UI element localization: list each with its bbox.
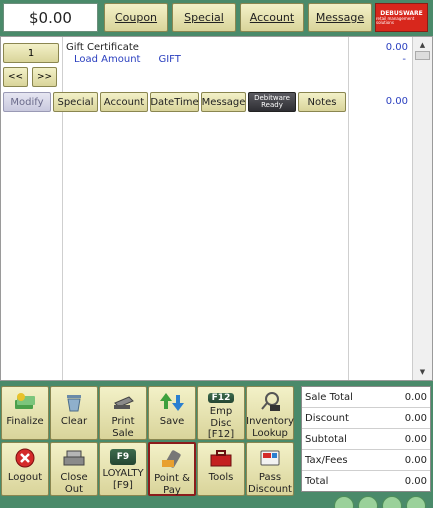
status-circle-icon <box>382 496 402 508</box>
item-message-button[interactable]: Message <box>201 92 246 112</box>
discount-value: 0.00 <box>404 412 427 424</box>
account-button[interactable]: Account <box>240 3 304 32</box>
f9-key-icon: F9 <box>110 449 136 465</box>
barcode-magnifier-icon <box>258 391 282 413</box>
next-item-button[interactable]: >> <box>32 67 57 87</box>
loyalty-label: LOYALTY <box>102 468 144 479</box>
column-divider <box>62 37 63 380</box>
inventory-label: Inventory <box>246 416 294 427</box>
coupon-button[interactable]: Coupon <box>104 3 168 32</box>
sale-total-row: Sale Total 0.00 <box>302 387 430 408</box>
tax-fees-label: Tax/Fees <box>305 454 348 466</box>
previous-item-button[interactable]: << <box>3 67 28 87</box>
vertical-scrollbar[interactable]: ▲ ▼ <box>412 37 432 380</box>
status-circle-icon <box>334 496 354 508</box>
sale-items-panel: 1 << >> Gift Certificate Load Amount GIFT… <box>0 36 433 381</box>
column-divider <box>348 37 349 380</box>
notes-button[interactable]: Notes <box>298 92 346 112</box>
tax-fees-row: Tax/Fees 0.00 <box>302 450 430 471</box>
scroll-down-arrow-icon[interactable]: ▼ <box>415 366 430 378</box>
total-row: Total 0.00 <box>302 471 430 492</box>
datetime-button[interactable]: DateTime <box>150 92 199 112</box>
quantity-button[interactable]: 1 <box>3 43 59 63</box>
scroll-thumb[interactable] <box>415 51 430 60</box>
total-label: Total <box>305 476 329 487</box>
discount-row: Discount 0.00 <box>302 408 430 429</box>
emp-disc-hotkey: [F12] <box>207 429 235 441</box>
point-and-pay-label: Point & Pay <box>154 473 190 496</box>
register-icon <box>62 447 86 469</box>
modify-button[interactable]: Modify <box>3 92 51 112</box>
item-detail-label: Load Amount <box>74 54 141 65</box>
item-detail: Load Amount GIFT <box>74 54 181 65</box>
save-button[interactable]: Save <box>148 386 196 440</box>
point-and-pay-button[interactable]: Point & Pay <box>148 442 196 496</box>
toolbox-icon <box>209 447 233 469</box>
logout-x-icon <box>13 447 37 469</box>
logout-label: Logout <box>7 472 43 483</box>
inventory-lookup-button[interactable]: Inventory Lookup <box>246 386 294 440</box>
totals-summary: Sale Total 0.00 Discount 0.00 Subtotal 0… <box>301 386 431 492</box>
item-account-button[interactable]: Account <box>100 92 148 112</box>
save-arrows-icon <box>160 391 184 413</box>
finalize-button[interactable]: Finalize <box>1 386 49 440</box>
logout-button[interactable]: Logout <box>1 442 49 496</box>
print-sale-button[interactable]: Print Sale <box>99 386 147 440</box>
finalize-label: Finalize <box>6 416 44 427</box>
top-bar: $0.00 Coupon Special Account Message DEB… <box>0 0 433 36</box>
clear-label: Clear <box>60 416 88 427</box>
tax-fees-value: 0.00 <box>404 454 427 466</box>
status-circle-icon <box>406 496 426 508</box>
scroll-up-arrow-icon[interactable]: ▲ <box>415 39 430 51</box>
loyalty-button[interactable]: F9 LOYALTY [F9] <box>99 442 147 496</box>
card-terminal-icon <box>160 448 184 470</box>
subtotal-label: Subtotal <box>305 433 347 445</box>
subtotal-value: 0.00 <box>404 433 427 445</box>
item-price: 0.00 <box>385 42 408 53</box>
item-name[interactable]: Gift Certificate <box>66 42 139 53</box>
tools-label: Tools <box>208 472 234 483</box>
close-out-label: Close Out <box>60 472 88 495</box>
line-total: 0.00 <box>385 96 408 107</box>
tools-button[interactable]: Tools <box>197 442 245 496</box>
close-out-button[interactable]: Close Out <box>50 442 98 496</box>
debitware-ready-button[interactable]: Debitware Ready <box>248 92 296 112</box>
sale-total-value: 0.00 <box>404 391 427 403</box>
special-button[interactable]: Special <box>172 3 236 32</box>
lookup-label: Lookup <box>252 427 288 439</box>
pass-discount-button[interactable]: Pass Discount <box>246 442 294 496</box>
status-indicators <box>330 496 430 508</box>
print-sale-label: Print Sale <box>111 416 135 439</box>
discount-label: Discount <box>248 483 292 495</box>
printer-icon <box>111 391 135 413</box>
discount-card-icon <box>258 447 282 469</box>
cash-stack-icon <box>13 391 37 413</box>
sale-total-display: $0.00 <box>3 3 98 32</box>
save-label: Save <box>159 416 185 427</box>
message-button[interactable]: Message <box>308 3 372 32</box>
debitware-status: Ready <box>261 101 283 109</box>
emp-disc-label: Emp Disc <box>209 406 233 429</box>
f12-key-icon: F12 <box>208 393 234 404</box>
trash-can-icon <box>62 391 86 413</box>
clear-button[interactable]: Clear <box>50 386 98 440</box>
status-circle-icon <box>358 496 378 508</box>
discount-label: Discount <box>305 412 349 424</box>
pass-label: Pass <box>258 472 282 483</box>
logo-tagline: retail management solutions <box>376 15 415 25</box>
item-special-button[interactable]: Special <box>53 92 98 112</box>
subtotal-row: Subtotal 0.00 <box>302 429 430 450</box>
total-value: 0.00 <box>404 476 427 487</box>
emp-disc-button[interactable]: F12 Emp Disc [F12] <box>197 386 245 440</box>
item-detail-value: GIFT <box>158 54 181 65</box>
item-detail-price: - <box>402 54 406 65</box>
loyalty-hotkey: [F9] <box>113 479 133 491</box>
sale-total-label: Sale Total <box>305 391 353 403</box>
debusware-logo: DEBUSWARE retail management solutions <box>375 3 428 32</box>
